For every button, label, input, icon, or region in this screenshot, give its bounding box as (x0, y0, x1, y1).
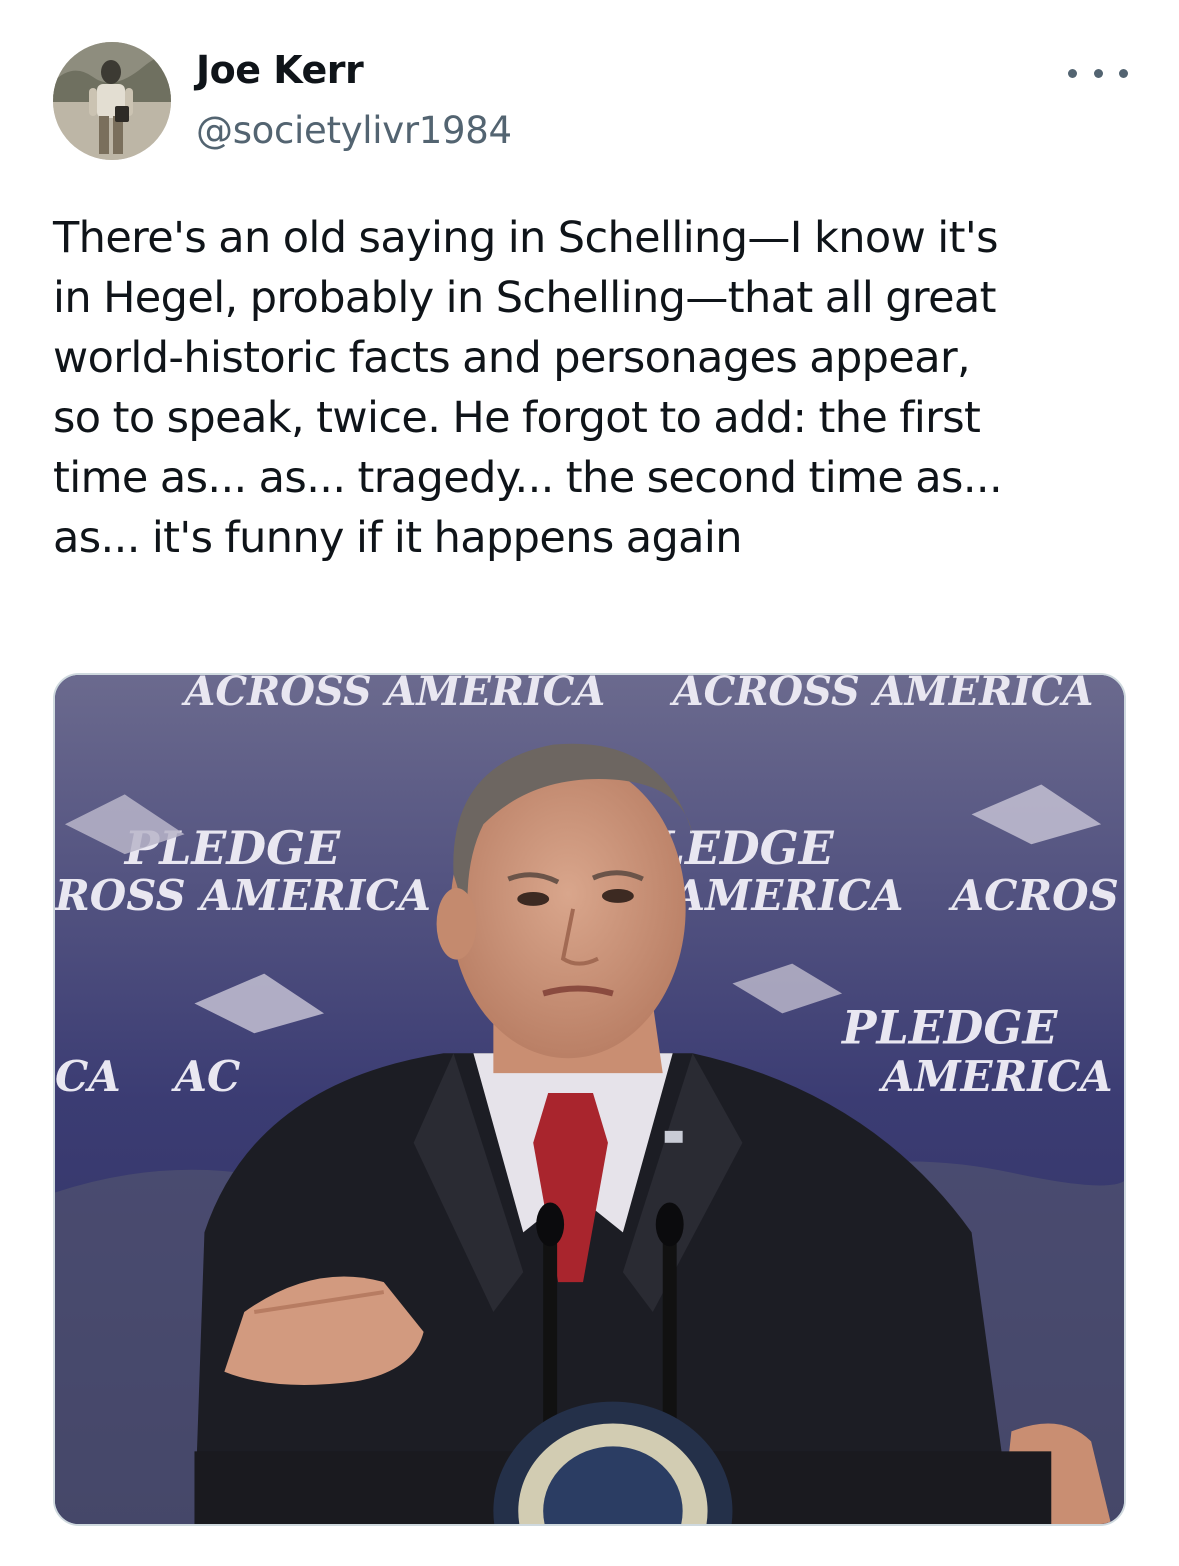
banner-text: ROSS AMERICA (55, 871, 431, 920)
tweet-text-line: so to speak, twice. He forgot to add: th… (53, 393, 981, 443)
tweet-text-line: world-historic facts and personages appe… (53, 333, 971, 383)
more-dot (1068, 68, 1077, 78)
tweet-text: There's an old saying in Schelling—I kno… (53, 208, 1138, 568)
more-dot (1119, 68, 1128, 78)
author-handle[interactable]: @societylivr1984 (196, 108, 512, 154)
banner-text: AC (171, 1052, 241, 1101)
banner-text: ACROSS AMERICA (181, 675, 606, 715)
banner-text: AMERICA (669, 871, 904, 920)
more-dot (1093, 68, 1103, 78)
banner-text: ACROS (948, 871, 1119, 920)
author-display-name[interactable]: Joe Kerr (196, 46, 364, 94)
tweet-text-line: as... it's funny if it happens again (53, 513, 743, 563)
speech-photo: ACROSS AMERICA ACROSS AMERICA PLEDGE ROS… (55, 675, 1124, 1524)
avatar[interactable] (53, 42, 171, 160)
banner-text: AMERICA (878, 1052, 1113, 1101)
banner-text: PLEDGE (840, 1000, 1058, 1054)
banner-text: ACROSS AMERICA (669, 675, 1094, 715)
tweet-text-line: in Hegel, probably in Schelling—that all… (53, 273, 997, 323)
avatar-image (53, 42, 171, 160)
tweet-text-line: time as... as... tragedy... the second t… (53, 453, 1003, 503)
more-icon[interactable] (1068, 58, 1128, 88)
tweet-text-line: There's an old saying in Schelling—I kno… (53, 213, 998, 263)
banner-text: CA (55, 1052, 121, 1101)
tweet-media-image[interactable]: ACROSS AMERICA ACROSS AMERICA PLEDGE ROS… (53, 673, 1126, 1526)
